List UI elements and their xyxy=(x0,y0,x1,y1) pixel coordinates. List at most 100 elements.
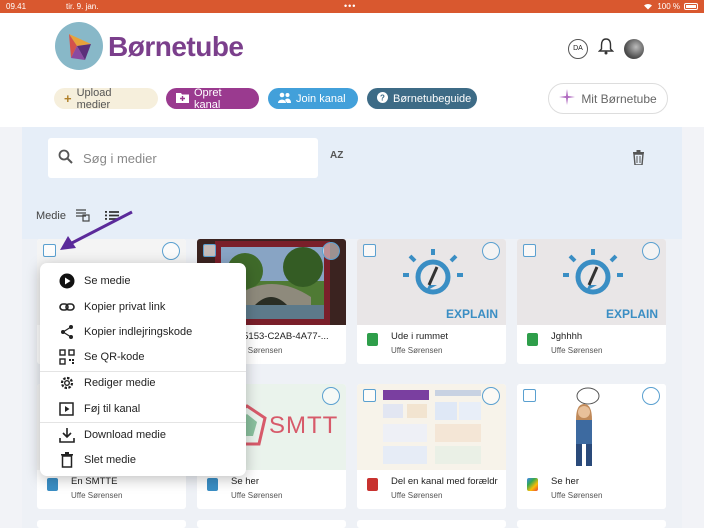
thumb-text: EXPLAIN xyxy=(445,307,498,321)
create-channel-button[interactable]: Opret kanal xyxy=(166,86,259,111)
search-input[interactable]: Søg i medier xyxy=(48,138,318,178)
media-title: Jghhhh xyxy=(551,331,583,342)
battery-icon xyxy=(684,3,698,10)
my-bornetube-label: Mit Børnetube xyxy=(581,91,657,106)
select-circle[interactable] xyxy=(482,242,500,260)
media-owner: Uffe Sørensen xyxy=(391,491,443,500)
svg-text:?: ? xyxy=(380,93,385,102)
guide-button[interactable]: ? Børnetubeguide xyxy=(367,88,477,109)
select-circle[interactable] xyxy=(642,242,660,260)
select-circle[interactable] xyxy=(322,387,340,405)
menu-item-label: Føj til kanal xyxy=(84,403,141,415)
language-button[interactable]: DA xyxy=(568,38,588,59)
select-checkbox[interactable] xyxy=(523,389,536,402)
my-bornetube-button[interactable]: Mit Børnetube xyxy=(548,83,668,114)
document-type-icon xyxy=(367,333,378,346)
search-placeholder: Søg i medier xyxy=(83,150,157,166)
select-circle[interactable] xyxy=(482,387,500,405)
worksheet-thumbnail xyxy=(383,390,481,464)
select-circle[interactable] xyxy=(642,387,660,405)
media-title: Del en kanal med forældre xyxy=(391,476,498,487)
menu-item-download-media[interactable]: Download medie xyxy=(40,424,246,446)
select-checkbox[interactable] xyxy=(363,244,376,257)
media-card[interactable]: Del en kanal med forældre Uffe Sørensen xyxy=(357,384,506,509)
status-time: 09.41 xyxy=(6,2,27,11)
multitask-dots-icon[interactable]: ••• xyxy=(344,1,356,11)
users-icon xyxy=(278,92,291,106)
menu-item-label: Slet medie xyxy=(84,454,136,466)
select-checkbox[interactable] xyxy=(203,244,216,257)
menu-item-edit-media[interactable]: Rediger medie xyxy=(40,372,246,394)
folder-plus-icon xyxy=(176,92,189,106)
presentation-type-icon xyxy=(367,478,378,491)
thumb-text: EXPLAIN xyxy=(605,307,658,321)
qr-code-icon xyxy=(59,349,75,365)
menu-item-label: Rediger medie xyxy=(84,377,156,389)
media-owner: Uffe Sørensen xyxy=(551,346,603,355)
media-owner: Uffe Sørensen xyxy=(391,346,443,355)
menu-item-copy-private-link[interactable]: Kopier privat link xyxy=(40,296,246,318)
media-title: 4D5153-C2AB-4A77-... xyxy=(231,331,329,342)
menu-item-label: Se QR-kode xyxy=(84,351,145,363)
context-menu: Se medie Kopier privat link Kopier indle… xyxy=(40,263,246,476)
menu-item-label: Download medie xyxy=(84,429,166,441)
sort-az-button[interactable]: AZ xyxy=(330,150,343,161)
media-card[interactable] xyxy=(197,520,346,528)
media-card[interactable] xyxy=(37,520,186,528)
menu-item-label: Se medie xyxy=(84,275,131,287)
join-channel-label: Join kanal xyxy=(296,92,346,105)
bell-icon[interactable] xyxy=(597,37,615,60)
media-title: En SMTTE xyxy=(71,476,118,487)
help-type-icon xyxy=(207,478,218,491)
avatar[interactable] xyxy=(624,38,644,59)
media-title: Se her xyxy=(231,476,259,487)
gear-icon xyxy=(60,376,74,390)
media-title: Se her xyxy=(551,476,579,487)
battery-percent: 100 % xyxy=(657,2,680,11)
menu-item-view-qr-code[interactable]: Se QR-kode xyxy=(40,346,246,368)
media-card[interactable]: EXPLAIN Ude i rummet Uffe Sørensen xyxy=(357,239,506,364)
create-channel-label: Opret kanal xyxy=(194,86,222,111)
wifi-icon xyxy=(643,2,653,12)
document-type-icon xyxy=(527,333,538,346)
media-owner: Uffe Sørensen xyxy=(71,491,123,500)
select-checkbox[interactable] xyxy=(523,244,536,257)
upload-media-button[interactable]: + Upload medier xyxy=(54,87,158,111)
select-circle[interactable] xyxy=(322,242,340,260)
select-circle[interactable] xyxy=(162,242,180,260)
brand-name[interactable]: Børnetube xyxy=(108,31,244,63)
select-checkbox[interactable] xyxy=(363,389,376,402)
select-checkbox[interactable] xyxy=(43,244,56,257)
status-date: tir. 9. jan. xyxy=(66,2,99,11)
join-channel-button[interactable]: Join kanal xyxy=(268,88,358,109)
menu-item-label: Kopier privat link xyxy=(84,301,166,313)
character-illustration xyxy=(576,387,600,466)
share-icon xyxy=(61,325,73,339)
sparkle-icon xyxy=(559,89,576,108)
media-card[interactable] xyxy=(357,520,506,528)
menu-item-add-to-channel[interactable]: Føj til kanal xyxy=(40,398,246,420)
menu-item-copy-embed-code[interactable]: Kopier indlejringskode xyxy=(40,321,246,343)
menu-item-label: Kopier indlejringskode xyxy=(84,326,193,338)
trash-icon xyxy=(61,452,73,468)
logo-icon[interactable] xyxy=(55,22,103,70)
trash-icon[interactable] xyxy=(632,150,645,170)
download-icon xyxy=(59,428,75,443)
media-card[interactable]: EXPLAIN Jghhhh Uffe Sørensen xyxy=(517,239,666,364)
search-icon xyxy=(58,149,73,167)
media-owner: Uffe Sørensen xyxy=(551,491,603,500)
media-card[interactable]: Se her Uffe Sørensen xyxy=(517,384,666,509)
media-owner: Uffe Sørensen xyxy=(231,346,283,355)
menu-item-delete-media[interactable]: Slet medie xyxy=(40,449,246,471)
thumb-text: SMTT xyxy=(269,412,339,439)
lightbulb-icon xyxy=(403,249,463,295)
media-card[interactable] xyxy=(517,520,666,528)
guide-label: Børnetubeguide xyxy=(393,92,472,105)
media-owner: Uffe Sørensen xyxy=(231,491,283,500)
annotation-arrow xyxy=(60,210,133,250)
help-type-icon xyxy=(47,478,58,491)
plus-icon: + xyxy=(64,91,72,106)
playlist-add-icon xyxy=(59,402,74,416)
menu-item-view-media[interactable]: Se medie xyxy=(40,270,246,292)
drive-type-icon xyxy=(527,478,538,491)
